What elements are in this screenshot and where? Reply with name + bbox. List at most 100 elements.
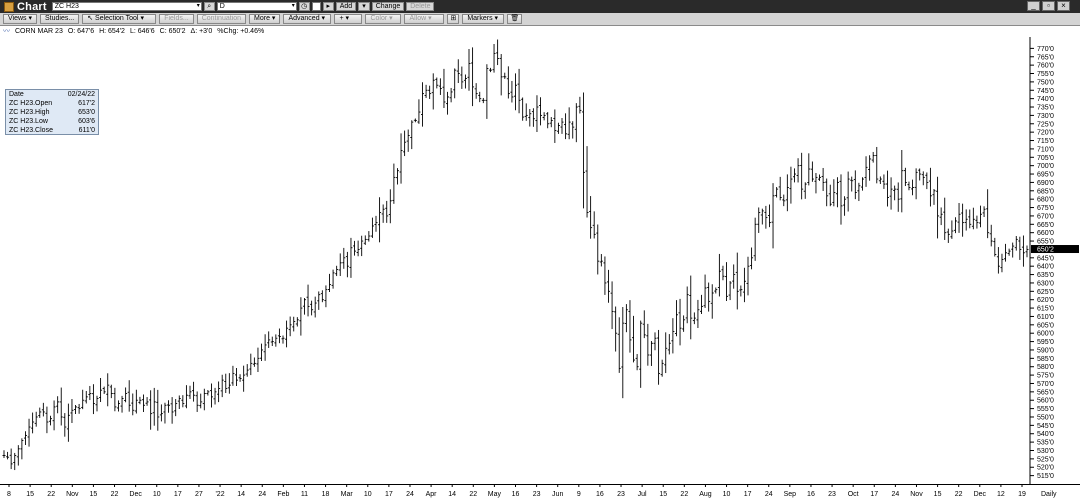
- price-chart[interactable]: 770'0765'0 760'0755'0750'0 745'0740'0 735'0…: [0, 37, 1080, 502]
- color-button[interactable]: Color ▾: [365, 14, 402, 24]
- data-window-label: ZC H23.High: [9, 109, 50, 116]
- plot-area: [2, 37, 1030, 484]
- y-tick-label: 690'0: [1037, 180, 1054, 187]
- y-tick-label: 550'0: [1037, 414, 1054, 421]
- continuation-button[interactable]: Continuation: [196, 14, 247, 24]
- fields-button[interactable]: Fields...: [159, 14, 194, 24]
- x-tick-label: 16: [807, 491, 815, 498]
- x-tick-label: Dec: [129, 491, 142, 498]
- advanced-button[interactable]: Advanced ▾: [283, 14, 332, 24]
- window-title: Chart: [17, 0, 47, 13]
- x-tick-label: 23: [533, 491, 541, 498]
- x-tick-label: 22: [680, 491, 688, 498]
- x-tick-label: 23: [828, 491, 836, 498]
- x-tick-label: 11: [301, 491, 308, 498]
- selection-tool-button[interactable]: ↖ Selection Tool ▾: [82, 14, 157, 24]
- x-tick-label: Apr: [426, 491, 438, 498]
- play-icon[interactable]: ▸: [322, 2, 334, 11]
- y-tick-label: 680'0: [1037, 197, 1054, 204]
- x-tick-label: 15: [90, 491, 98, 498]
- y-tick-label: 640'0: [1037, 264, 1054, 271]
- data-window-label: Date: [9, 91, 24, 98]
- y-tick-label: 625'0: [1037, 289, 1054, 296]
- x-tick-label: Nov: [910, 491, 923, 498]
- x-tick-label: 17: [385, 491, 393, 498]
- chevron-down-icon: ▾: [291, 3, 295, 9]
- data-window-label: ZC H23.Close: [9, 127, 53, 134]
- data-window-row: ZC H23.High 653'0: [6, 108, 98, 117]
- x-tick-label: 10: [364, 491, 372, 498]
- x-tick-label: 15: [659, 491, 667, 498]
- y-tick-label: 715'0: [1037, 138, 1054, 145]
- crosshair-button[interactable]: + ▾: [334, 14, 363, 24]
- close-value: C: 650'2: [159, 27, 186, 35]
- chart-window-icon: [4, 1, 14, 12]
- x-tick-label: Nov: [66, 491, 79, 498]
- x-tick-label: 15: [934, 491, 942, 498]
- blank-input[interactable]: [311, 2, 321, 11]
- y-tick-label: 565'0: [1037, 389, 1054, 396]
- symbol-input[interactable]: ZC H23 ▾: [51, 2, 202, 11]
- x-tick-label: 24: [406, 491, 414, 498]
- y-tick-label: 585'0: [1037, 356, 1054, 363]
- high-value: H: 654'2: [99, 27, 125, 35]
- y-tick-label: 725'0: [1037, 121, 1054, 128]
- title-bar: Chart ZC H23 ▾ ⌕ D ▾ ◷ ▸ Add ▾ Change Dele…: [0, 0, 1080, 13]
- zoom-icon[interactable]: ⊞: [447, 14, 460, 24]
- y-tick-label: 580'0: [1037, 364, 1054, 371]
- delete-button[interactable]: Delete: [406, 2, 435, 11]
- x-tick-label: May: [488, 491, 502, 498]
- add-dropdown-icon[interactable]: ▾: [358, 2, 370, 11]
- change-button[interactable]: Change: [371, 2, 405, 11]
- y-tick-label: 660'0: [1037, 230, 1054, 237]
- y-tick-label: 530'0: [1037, 448, 1054, 455]
- y-tick-label: 600'0: [1037, 331, 1054, 338]
- x-tick-label: 22: [47, 491, 55, 498]
- y-tick-label: 560'0: [1037, 398, 1054, 405]
- y-tick-label: 635'0: [1037, 272, 1054, 279]
- add-button[interactable]: Add: [335, 2, 357, 11]
- clock-icon[interactable]: ◷: [298, 2, 310, 11]
- x-tick-label: 10: [153, 491, 161, 498]
- views-button[interactable]: Views ▾: [3, 14, 38, 24]
- line-chart-icon: 〰: [3, 27, 10, 35]
- y-tick-label: 695'0: [1037, 172, 1054, 179]
- x-tick-label: 22: [111, 491, 119, 498]
- y-tick-label: 555'0: [1037, 406, 1054, 413]
- x-tick-label: Aug: [699, 491, 712, 498]
- x-tick-label: Mar: [341, 491, 354, 498]
- data-window-label: ZC H23.Open: [9, 100, 53, 107]
- crosshair-icon: +: [339, 15, 344, 22]
- x-tick-label: 14: [237, 491, 245, 498]
- restore-button[interactable]: ▫: [1042, 1, 1055, 11]
- data-window-value: 617'2: [78, 100, 95, 107]
- allow-button[interactable]: Allow ▾: [404, 14, 445, 24]
- data-window-row: ZC H23.Open 617'2: [6, 99, 98, 108]
- y-tick-label: 740'0: [1037, 96, 1054, 103]
- x-tick-label: 16: [596, 491, 604, 498]
- markers-button[interactable]: Markers ▾: [462, 14, 505, 24]
- y-tick-label: 655'0: [1037, 239, 1054, 246]
- y-tick-label: 705'0: [1037, 155, 1054, 162]
- close-button[interactable]: ×: [1057, 1, 1070, 11]
- interval-input[interactable]: D ▾: [216, 2, 297, 11]
- data-window: Date 02/24/22 ZC H23.Open 617'2 ZC H23.High 6…: [5, 89, 99, 135]
- y-tick-label: 620'0: [1037, 297, 1054, 304]
- minimize-button[interactable]: _: [1027, 1, 1040, 11]
- y-tick-label: 750'0: [1037, 79, 1054, 86]
- x-tick-label: Sep: [784, 491, 797, 498]
- x-tick-label: Jun: [552, 491, 563, 498]
- studies-button[interactable]: Studies...: [40, 14, 80, 24]
- y-tick-label: 665'0: [1037, 222, 1054, 229]
- trash-icon[interactable]: 🗑: [507, 14, 523, 24]
- more-button[interactable]: More ▾: [249, 14, 281, 24]
- search-icon[interactable]: ⌕: [203, 2, 215, 11]
- x-tick-label: 16: [512, 491, 520, 498]
- data-window-value: 02/24/22: [67, 91, 95, 98]
- x-tick-label: 10: [723, 491, 731, 498]
- data-window-row: ZC H23.Close 611'0: [6, 126, 98, 135]
- change-value: Δ: +3'0: [190, 27, 213, 35]
- data-window-value: 603'6: [78, 118, 95, 125]
- y-tick-label: 525'0: [1037, 456, 1054, 463]
- y-tick-label: 575'0: [1037, 373, 1054, 380]
